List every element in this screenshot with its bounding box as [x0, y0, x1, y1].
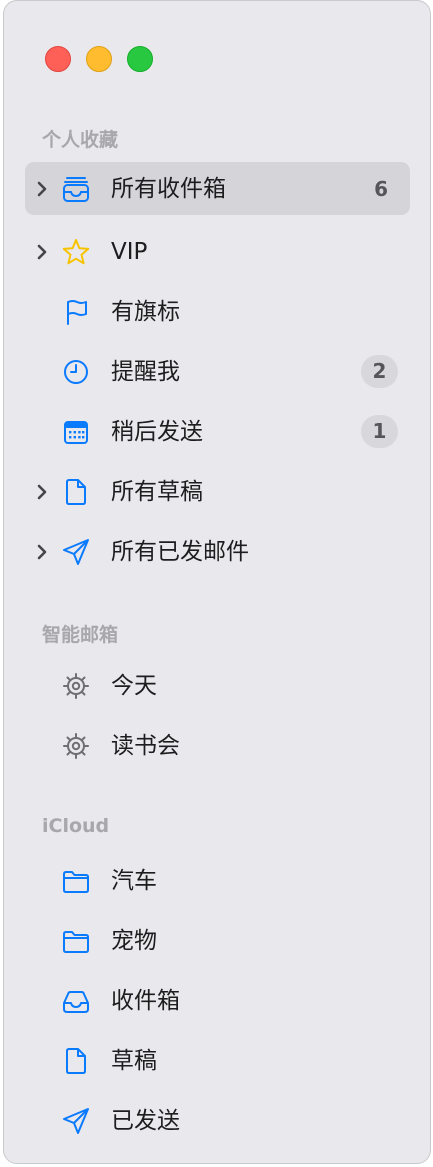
section-header-icloud[interactable]: iCloud: [42, 815, 109, 837]
minimize-window-button[interactable]: [86, 46, 112, 72]
flag-icon: [67, 300, 87, 325]
mailbox-label: 读书会: [111, 733, 180, 759]
mailbox-vip[interactable]: VIP: [25, 225, 410, 278]
tray-stack-icon: [63, 177, 89, 202]
mailbox-all-drafts[interactable]: 所有草稿: [25, 465, 410, 518]
mailbox-all-sent[interactable]: 所有已发邮件: [25, 525, 410, 578]
mailbox-label: 已发送: [111, 1108, 180, 1134]
mailbox-label: 今天: [111, 673, 157, 699]
icloud-mailbox-drafts[interactable]: 草稿: [25, 1034, 410, 1087]
mailbox-label: 有旗标: [111, 299, 180, 325]
mailbox-label: 所有已发邮件: [111, 539, 249, 565]
disclosure-chevron-icon[interactable]: [35, 483, 49, 501]
mailbox-remind-me[interactable]: 提醒我 2: [25, 345, 410, 398]
gear-icon: [63, 673, 89, 699]
tray-icon: [63, 991, 89, 1013]
mail-sidebar-window: 个人收藏 所有收件箱 6 VIP 有旗标 提醒我 2 稍后发送 1 所有草稿 所…: [3, 0, 431, 1164]
folder-icon: [63, 871, 89, 893]
mailbox-label: 稍后发送: [111, 419, 203, 445]
disclosure-chevron-icon[interactable]: [35, 543, 49, 561]
icloud-mailbox-inbox[interactable]: 收件箱: [25, 974, 410, 1027]
gear-icon: [63, 733, 89, 759]
section-header-favorites[interactable]: 个人收藏: [42, 125, 118, 152]
mailbox-label: 汽车: [111, 868, 157, 894]
paper-plane-icon: [63, 1108, 89, 1134]
mailbox-label: 提醒我: [111, 359, 180, 385]
disclosure-chevron-icon[interactable]: [35, 180, 49, 198]
close-window-button[interactable]: [45, 46, 71, 72]
mailbox-send-later[interactable]: 稍后发送 1: [25, 405, 410, 458]
clock-icon: [64, 360, 88, 384]
document-icon: [66, 479, 86, 505]
maximize-window-button[interactable]: [127, 46, 153, 72]
icloud-mailbox-car[interactable]: 汽车: [25, 854, 410, 907]
smart-mailbox-book-club[interactable]: 读书会: [25, 719, 410, 772]
unread-count-badge: 2: [361, 355, 398, 388]
mailbox-all-inboxes[interactable]: 所有收件箱 6: [25, 162, 410, 215]
smart-mailbox-today[interactable]: 今天: [25, 659, 410, 712]
mailbox-label: 宠物: [111, 928, 157, 954]
icloud-mailbox-pets[interactable]: 宠物: [25, 914, 410, 967]
mailbox-label: 所有草稿: [111, 479, 203, 505]
mailbox-flagged[interactable]: 有旗标: [25, 285, 410, 338]
section-header-smart-mailboxes[interactable]: 智能邮箱: [42, 620, 118, 647]
mailbox-label: 收件箱: [111, 988, 180, 1014]
icloud-mailbox-sent[interactable]: 已发送: [25, 1094, 410, 1147]
calendar-icon: [64, 421, 88, 444]
disclosure-chevron-icon[interactable]: [35, 243, 49, 261]
unread-count-badge: 1: [361, 415, 398, 448]
document-icon: [66, 1048, 86, 1074]
folder-icon: [63, 931, 89, 953]
mailbox-label: 所有收件箱: [111, 176, 226, 202]
star-icon: [62, 239, 90, 265]
mailbox-label: VIP: [111, 239, 148, 265]
unread-count: 6: [374, 177, 388, 201]
paper-plane-icon: [63, 539, 89, 565]
mailbox-label: 草稿: [111, 1048, 157, 1074]
window-controls: [45, 46, 153, 72]
